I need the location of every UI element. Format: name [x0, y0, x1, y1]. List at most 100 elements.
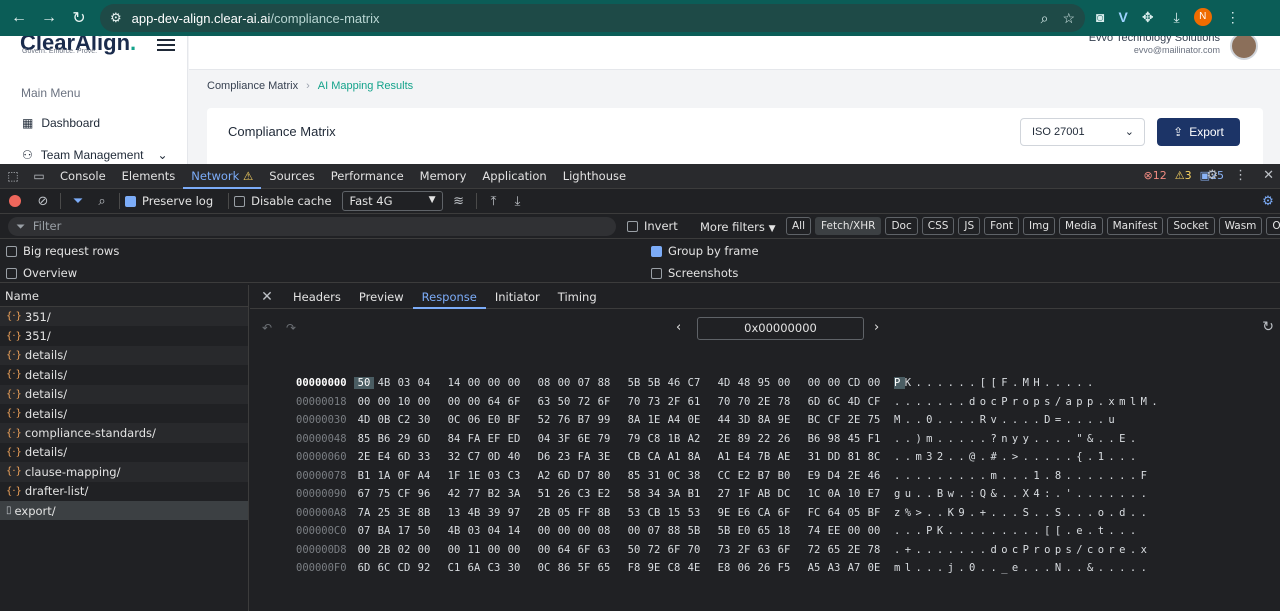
hex-byte[interactable]: 75: [374, 488, 394, 500]
type-filter-font[interactable]: Font: [984, 217, 1020, 235]
type-filter-wasm[interactable]: Wasm: [1218, 217, 1263, 235]
hex-byte[interactable]: 7A: [354, 507, 374, 519]
hex-byte[interactable]: 86: [554, 562, 574, 574]
hex-byte[interactable]: 0C: [664, 470, 684, 482]
hex-byte[interactable]: 07: [354, 525, 374, 537]
hex-byte[interactable]: BF: [504, 414, 524, 426]
hex-byte[interactable]: 26: [554, 488, 574, 500]
hex-byte[interactable]: C7: [684, 377, 704, 389]
redo-icon[interactable]: ↷: [286, 321, 296, 335]
hex-byte[interactable]: 00: [864, 377, 884, 389]
hex-byte[interactable]: 48: [734, 377, 754, 389]
hex-byte[interactable]: 30: [414, 414, 434, 426]
hex-byte[interactable]: 3E: [394, 507, 414, 519]
type-filter-js[interactable]: JS: [958, 217, 981, 235]
back-icon[interactable]: ←: [4, 9, 34, 27]
hex-byte[interactable]: 00: [464, 377, 484, 389]
hex-byte[interactable]: 03: [464, 525, 484, 537]
breadcrumb-compliance-matrix[interactable]: Compliance Matrix: [207, 80, 298, 92]
hex-byte[interactable]: 00: [844, 525, 864, 537]
hex-byte[interactable]: 4D: [844, 396, 864, 408]
hex-byte[interactable]: 3D: [734, 414, 754, 426]
hex-byte[interactable]: F8: [624, 562, 644, 574]
hex-byte[interactable]: BC: [804, 414, 824, 426]
hex-byte[interactable]: 00: [624, 525, 644, 537]
hex-byte[interactable]: 0E: [684, 414, 704, 426]
hex-byte[interactable]: B1: [684, 488, 704, 500]
hex-byte[interactable]: 00: [504, 544, 524, 556]
hex-byte[interactable]: B6: [804, 433, 824, 445]
address-input[interactable]: 0x00000000: [697, 317, 864, 340]
hex-byte[interactable]: AE: [774, 451, 794, 463]
hex-byte[interactable]: 06: [734, 562, 754, 574]
hex-byte[interactable]: 31: [644, 470, 664, 482]
hex-byte[interactable]: 1E: [464, 470, 484, 482]
sidebar-item-dashboard[interactable]: ▦ Dashboard: [22, 116, 100, 130]
hex-byte[interactable]: 4B: [464, 507, 484, 519]
hex-byte[interactable]: 2E: [354, 451, 374, 463]
hex-byte[interactable]: D7: [574, 470, 594, 482]
hex-byte[interactable]: 0E: [864, 562, 884, 574]
hex-byte[interactable]: 2E: [844, 544, 864, 556]
group-by-frame-checkbox[interactable]: Group by frame: [651, 244, 759, 258]
hex-byte[interactable]: 29: [394, 433, 414, 445]
hex-byte[interactable]: 1B: [664, 433, 684, 445]
hex-byte[interactable]: 08: [594, 525, 614, 537]
hex-byte[interactable]: 00: [374, 396, 394, 408]
hex-byte[interactable]: 64: [484, 396, 504, 408]
record-stop-icon[interactable]: [9, 195, 21, 207]
hex-byte[interactable]: 07: [574, 377, 594, 389]
hex-byte[interactable]: 15: [664, 507, 684, 519]
hex-byte[interactable]: 98: [824, 433, 844, 445]
hex-byte[interactable]: AB: [754, 488, 774, 500]
preserve-log-checkbox[interactable]: Preserve log: [125, 194, 213, 208]
hex-byte[interactable]: CD: [844, 377, 864, 389]
overview-checkbox[interactable]: Overview: [6, 266, 77, 280]
hex-byte[interactable]: 84: [444, 433, 464, 445]
hex-byte[interactable]: 53: [624, 507, 644, 519]
tab-timing[interactable]: Timing: [549, 285, 606, 309]
vimeo-extension-icon[interactable]: V: [1118, 9, 1127, 25]
hex-byte[interactable]: 05: [844, 507, 864, 519]
hex-byte[interactable]: 1F: [734, 488, 754, 500]
hex-byte[interactable]: 2F: [664, 396, 684, 408]
tab-response[interactable]: Response: [412, 285, 486, 309]
request-row[interactable]: {·} details/: [0, 404, 248, 423]
tab-preview[interactable]: Preview: [350, 285, 413, 309]
invert-checkbox[interactable]: Invert: [627, 219, 678, 233]
close-detail-icon[interactable]: ✕: [250, 289, 284, 305]
hex-byte[interactable]: 26: [754, 562, 774, 574]
hex-byte[interactable]: 8A: [684, 451, 704, 463]
hex-byte[interactable]: 4B: [444, 525, 464, 537]
hex-byte[interactable]: 9E: [774, 414, 794, 426]
site-info-icon[interactable]: ⚙: [110, 10, 122, 26]
export-har-icon[interactable]: ⤓: [506, 194, 530, 209]
tab-lighthouse[interactable]: Lighthouse: [555, 164, 634, 189]
hex-byte[interactable]: 38: [684, 470, 704, 482]
hex-byte[interactable]: 50: [354, 377, 374, 390]
hex-byte[interactable]: 00: [804, 377, 824, 389]
hex-byte[interactable]: E8: [714, 562, 734, 574]
hex-byte[interactable]: 58: [624, 488, 644, 500]
hex-byte[interactable]: 76: [554, 414, 574, 426]
request-row[interactable]: ▯ export/: [0, 500, 248, 521]
hex-byte[interactable]: C8: [644, 433, 664, 445]
hex-byte[interactable]: 40: [504, 451, 524, 463]
hex-byte[interactable]: 70: [714, 396, 734, 408]
hex-byte[interactable]: 79: [594, 433, 614, 445]
hex-byte[interactable]: 00: [464, 396, 484, 408]
hex-byte[interactable]: 97: [504, 507, 524, 519]
hex-byte[interactable]: C3: [504, 470, 524, 482]
hex-byte[interactable]: E2: [594, 488, 614, 500]
hex-byte[interactable]: BA: [374, 525, 394, 537]
hex-byte[interactable]: 25: [374, 507, 394, 519]
hex-byte[interactable]: 13: [444, 507, 464, 519]
hex-byte[interactable]: 14: [444, 377, 464, 389]
hex-byte[interactable]: B7: [754, 470, 774, 482]
hex-byte[interactable]: 99: [594, 414, 614, 426]
hex-byte[interactable]: 32: [444, 451, 464, 463]
hex-byte[interactable]: 1E: [644, 414, 664, 426]
hex-byte[interactable]: B6: [374, 433, 394, 445]
type-filter-media[interactable]: Media: [1059, 217, 1103, 235]
hex-byte[interactable]: A4: [414, 470, 434, 482]
